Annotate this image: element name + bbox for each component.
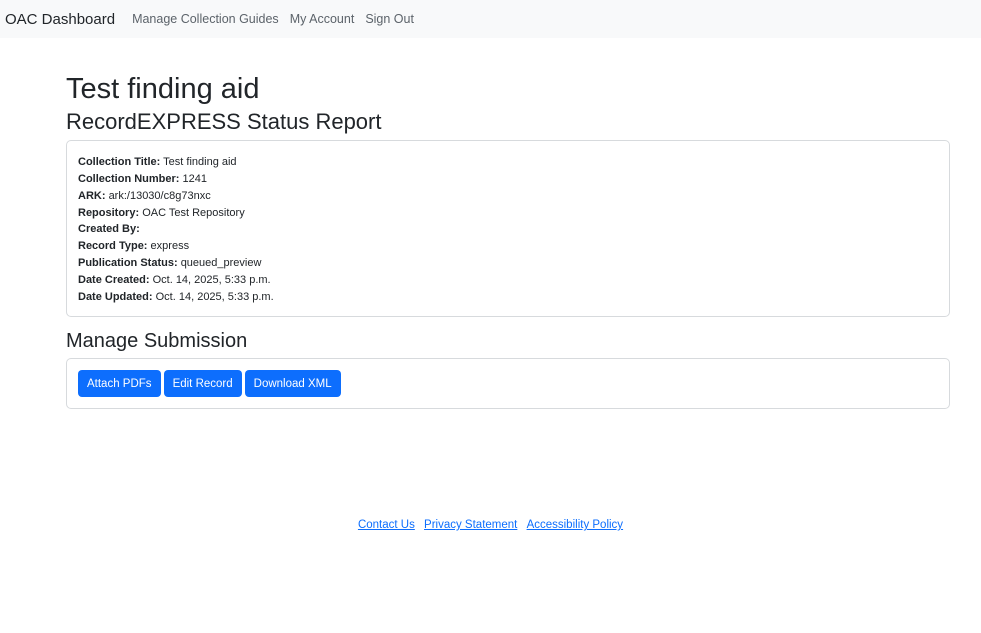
page-title: Test finding aid bbox=[66, 73, 260, 105]
footer-link-privacy-statement[interactable]: Privacy Statement bbox=[424, 519, 517, 531]
download-xml-button[interactable]: Download XML bbox=[244, 370, 341, 398]
top-navbar: OAC Dashboard Manage Collection Guides M… bbox=[0, 0, 981, 38]
detail-date-created: Date Created: Oct. 14, 2025, 5:33 p.m. bbox=[78, 272, 938, 289]
nav-link-manage-collection-guides[interactable]: Manage Collection Guides bbox=[132, 12, 279, 26]
brand-link[interactable]: OAC Dashboard bbox=[5, 11, 115, 28]
detail-label: ARK: bbox=[78, 189, 106, 202]
detail-value: express bbox=[150, 240, 190, 253]
footer: Contact Us Privacy Statement Accessibili… bbox=[0, 519, 981, 531]
detail-label: Publication Status: bbox=[78, 256, 178, 269]
detail-collection-number: Collection Number: 1241 bbox=[78, 171, 938, 188]
report-heading: RecordEXPRESS Status Report bbox=[66, 108, 382, 134]
detail-value: 1241 bbox=[182, 172, 207, 185]
detail-label: Date Created: bbox=[78, 273, 150, 286]
detail-publication-status: Publication Status: queued_preview bbox=[78, 255, 938, 272]
footer-link-contact-us[interactable]: Contact Us bbox=[358, 519, 415, 531]
detail-ark: ARK: ark:/13030/c8g73nxc bbox=[78, 188, 938, 205]
detail-value: OAC Test Repository bbox=[142, 206, 245, 219]
detail-label: Collection Number: bbox=[78, 172, 180, 185]
footer-link-accessibility-policy[interactable]: Accessibility Policy bbox=[527, 519, 624, 531]
detail-label: Collection Title: bbox=[78, 156, 161, 169]
detail-date-updated: Date Updated: Oct. 14, 2025, 5:33 p.m. bbox=[78, 289, 938, 306]
nav-link-my-account[interactable]: My Account bbox=[290, 12, 355, 26]
detail-label: Record Type: bbox=[78, 240, 148, 253]
detail-value: queued_preview bbox=[180, 256, 262, 269]
detail-value: ark:/13030/c8g73nxc bbox=[108, 189, 211, 202]
detail-record-type: Record Type: express bbox=[78, 238, 938, 255]
detail-label: Repository: bbox=[78, 206, 140, 219]
status-report-card: Collection Title: Test finding aid Colle… bbox=[66, 140, 950, 318]
detail-label: Date Updated: bbox=[78, 290, 153, 303]
detail-collection-title: Collection Title: Test finding aid bbox=[78, 154, 938, 171]
detail-value: Oct. 14, 2025, 5:33 p.m. bbox=[155, 290, 274, 303]
detail-value: Test finding aid bbox=[163, 156, 237, 169]
detail-created-by: Created By: bbox=[78, 221, 938, 238]
edit-record-button[interactable]: Edit Record bbox=[163, 370, 242, 398]
detail-label: Created By: bbox=[78, 223, 140, 236]
manage-submission-card: Attach PDFs Edit Record Download XML bbox=[66, 358, 950, 410]
detail-value: Oct. 14, 2025, 5:33 p.m. bbox=[152, 273, 271, 286]
main-content: Test finding aid RecordEXPRESS Status Re… bbox=[66, 38, 950, 410]
attach-pdfs-button[interactable]: Attach PDFs bbox=[78, 370, 161, 398]
nav-link-sign-out[interactable]: Sign Out bbox=[365, 12, 414, 26]
manage-submission-heading: Manage Submission bbox=[66, 330, 248, 353]
detail-repository: Repository: OAC Test Repository bbox=[78, 205, 938, 222]
